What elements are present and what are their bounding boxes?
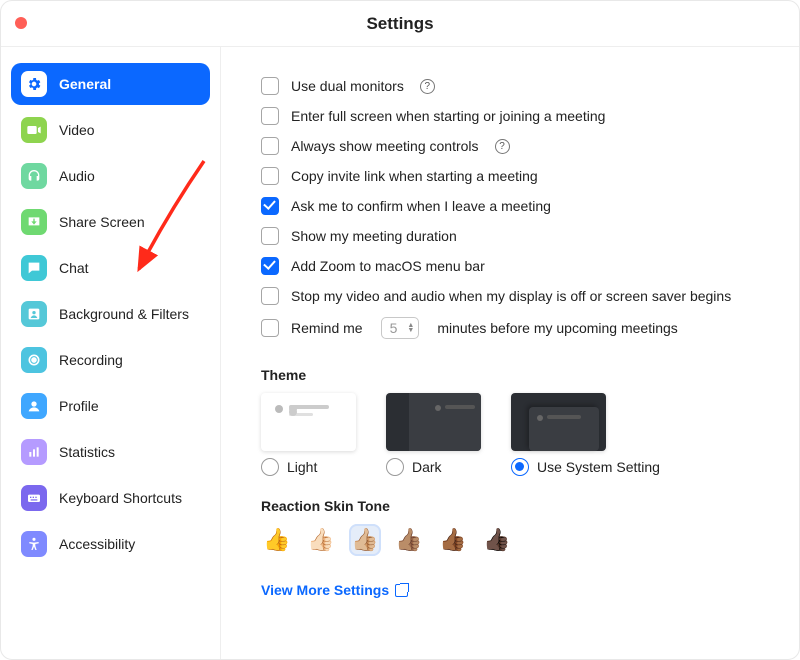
option-dual-monitors[interactable]: Use dual monitors ? [261, 71, 771, 101]
skin-tone-option[interactable]: 👍🏽 [393, 524, 425, 556]
radio[interactable] [511, 458, 529, 476]
link-label: View More Settings [261, 582, 389, 598]
theme-section-title: Theme [261, 367, 771, 383]
skin-tone-option[interactable]: 👍🏻 [305, 524, 337, 556]
sidebar-item-statistics[interactable]: Statistics [11, 431, 210, 473]
skin-tone-option[interactable]: 👍🏾 [437, 524, 469, 556]
external-link-icon [395, 584, 408, 597]
sidebar-item-label: Recording [59, 352, 123, 368]
settings-window: Settings General Video Audio [0, 0, 800, 660]
option-label-before: Remind me [291, 320, 363, 336]
statistics-icon [21, 439, 47, 465]
checkbox[interactable] [261, 137, 279, 155]
radio[interactable] [261, 458, 279, 476]
chat-icon [21, 255, 47, 281]
option-stop-on-display-off[interactable]: Stop my video and audio when my display … [261, 281, 771, 311]
option-always-show-controls[interactable]: Always show meeting controls ? [261, 131, 771, 161]
theme-option-light[interactable]: Light [261, 393, 356, 476]
checkbox[interactable] [261, 77, 279, 95]
option-label: Ask me to confirm when I leave a meeting [291, 198, 551, 214]
sidebar-item-chat[interactable]: Chat [11, 247, 210, 289]
close-window-button[interactable] [15, 17, 27, 29]
theme-option-dark[interactable]: Dark [386, 393, 481, 476]
sidebar-item-profile[interactable]: Profile [11, 385, 210, 427]
option-enter-full-screen[interactable]: Enter full screen when starting or joini… [261, 101, 771, 131]
view-more-settings-link[interactable]: View More Settings [261, 582, 408, 598]
checkbox[interactable] [261, 227, 279, 245]
sidebar-item-label: General [59, 76, 111, 92]
theme-preview-dark [386, 393, 481, 451]
checkbox[interactable] [261, 287, 279, 305]
sidebar-item-accessibility[interactable]: Accessibility [11, 523, 210, 565]
remind-minutes-stepper[interactable]: 5 ▲▼ [381, 317, 420, 339]
sidebar: General Video Audio Share Screen [1, 47, 221, 659]
general-settings-panel: Use dual monitors ? Enter full screen wh… [221, 47, 799, 659]
accessibility-icon [21, 531, 47, 557]
profile-icon [21, 393, 47, 419]
skin-tone-option[interactable]: 👍🏼 [349, 524, 381, 556]
help-icon[interactable]: ? [420, 79, 435, 94]
keyboard-icon [21, 485, 47, 511]
sidebar-item-label: Background & Filters [59, 306, 189, 322]
checkbox[interactable] [261, 107, 279, 125]
option-label-after: minutes before my upcoming meetings [437, 320, 677, 336]
sidebar-item-share-screen[interactable]: Share Screen [11, 201, 210, 243]
skin-tone-picker: 👍 👍🏻 👍🏼 👍🏽 👍🏾 👍🏿 [261, 524, 771, 556]
theme-preview-light [261, 393, 356, 451]
theme-label: Use System Setting [537, 459, 660, 475]
option-label: Copy invite link when starting a meeting [291, 168, 538, 184]
sidebar-item-audio[interactable]: Audio [11, 155, 210, 197]
theme-preview-system [511, 393, 606, 451]
checkbox[interactable] [261, 167, 279, 185]
theme-option-system[interactable]: Use System Setting [511, 393, 660, 476]
share-screen-icon [21, 209, 47, 235]
help-icon[interactable]: ? [495, 139, 510, 154]
video-icon [21, 117, 47, 143]
stepper-value: 5 [390, 320, 398, 336]
sidebar-item-recording[interactable]: Recording [11, 339, 210, 381]
stepper-arrows-icon: ▲▼ [407, 323, 414, 333]
skin-tone-section-title: Reaction Skin Tone [261, 498, 771, 514]
option-label: Use dual monitors [291, 78, 404, 94]
option-copy-invite-link[interactable]: Copy invite link when starting a meeting [261, 161, 771, 191]
sidebar-item-label: Audio [59, 168, 95, 184]
checkbox[interactable] [261, 257, 279, 275]
sidebar-item-label: Accessibility [59, 536, 135, 552]
theme-label: Light [287, 459, 317, 475]
sidebar-item-label: Video [59, 122, 95, 138]
sidebar-item-background-filters[interactable]: Background & Filters [11, 293, 210, 335]
option-label: Enter full screen when starting or joini… [291, 108, 605, 124]
background-filters-icon [21, 301, 47, 327]
skin-tone-option[interactable]: 👍🏿 [481, 524, 513, 556]
option-show-duration[interactable]: Show my meeting duration [261, 221, 771, 251]
titlebar: Settings [1, 1, 799, 47]
checkbox[interactable] [261, 197, 279, 215]
window-title: Settings [366, 14, 433, 34]
sidebar-item-label: Keyboard Shortcuts [59, 490, 182, 506]
option-label: Show my meeting duration [291, 228, 457, 244]
sidebar-item-label: Profile [59, 398, 99, 414]
theme-label: Dark [412, 459, 442, 475]
recording-icon [21, 347, 47, 373]
option-confirm-leave[interactable]: Ask me to confirm when I leave a meeting [261, 191, 771, 221]
sidebar-item-label: Chat [59, 260, 89, 276]
gear-icon [21, 71, 47, 97]
checkbox[interactable] [261, 319, 279, 337]
radio[interactable] [386, 458, 404, 476]
option-label: Always show meeting controls [291, 138, 479, 154]
option-label: Stop my video and audio when my display … [291, 288, 731, 304]
option-add-to-menubar[interactable]: Add Zoom to macOS menu bar [261, 251, 771, 281]
headphones-icon [21, 163, 47, 189]
option-label: Add Zoom to macOS menu bar [291, 258, 485, 274]
sidebar-item-keyboard-shortcuts[interactable]: Keyboard Shortcuts [11, 477, 210, 519]
sidebar-item-video[interactable]: Video [11, 109, 210, 151]
window-controls [15, 17, 27, 29]
option-remind-me[interactable]: Remind me 5 ▲▼ minutes before my upcomin… [261, 311, 771, 345]
sidebar-item-label: Share Screen [59, 214, 145, 230]
skin-tone-option[interactable]: 👍 [261, 524, 293, 556]
sidebar-item-label: Statistics [59, 444, 115, 460]
sidebar-item-general[interactable]: General [11, 63, 210, 105]
